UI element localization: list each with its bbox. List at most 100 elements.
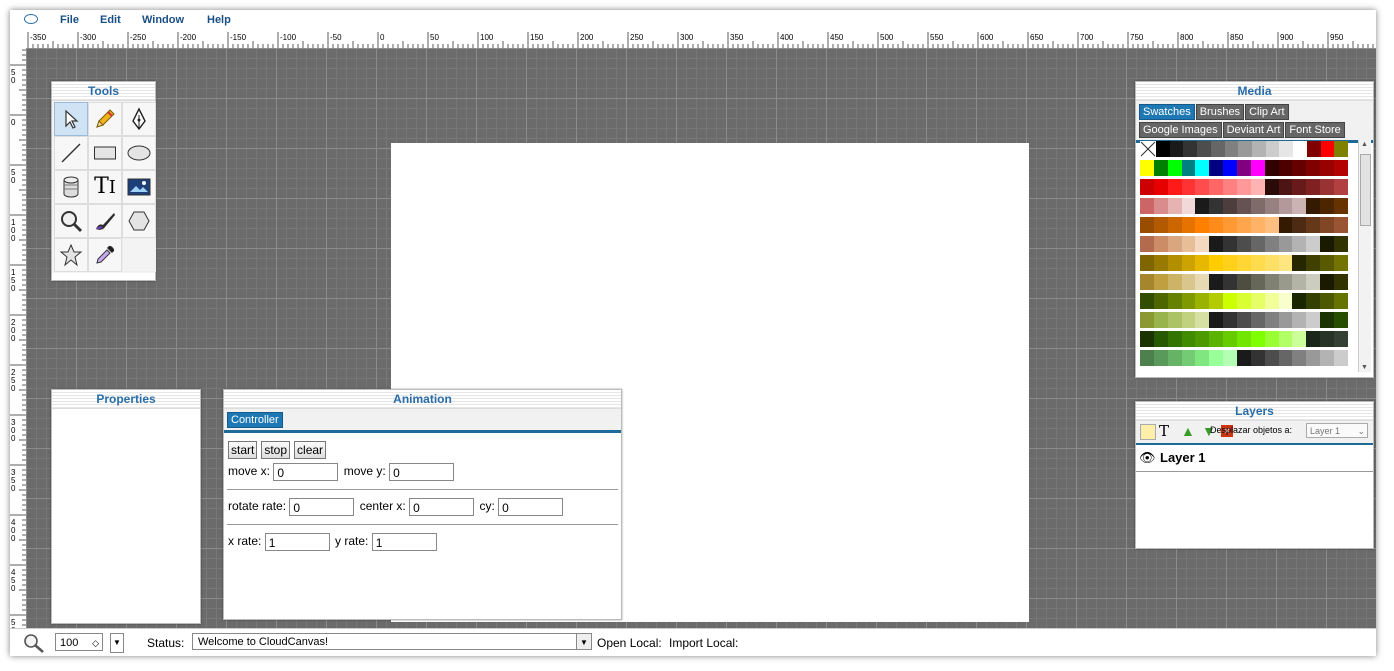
color-swatch[interactable] [1140,312,1154,328]
color-swatch[interactable] [1181,179,1196,195]
color-swatch[interactable] [1167,236,1182,252]
color-swatch[interactable] [1292,255,1307,271]
scrollbar-thumb[interactable] [1360,154,1371,226]
menu-edit[interactable]: Edit [100,14,121,26]
color-swatch[interactable] [1334,179,1348,195]
menu-file[interactable]: File [60,14,79,26]
color-swatch[interactable] [1140,179,1154,195]
color-swatch[interactable] [1167,274,1182,290]
color-swatch[interactable] [1237,198,1251,214]
color-swatch[interactable] [1292,198,1307,214]
color-swatch[interactable] [1181,236,1196,252]
color-swatch[interactable] [1195,236,1210,252]
color-swatch[interactable] [1195,179,1210,195]
color-swatch[interactable] [1223,312,1238,328]
move-x-input[interactable]: 0 [273,463,339,481]
color-swatch[interactable] [1278,350,1293,366]
color-swatch[interactable] [1320,141,1335,157]
color-swatch[interactable] [1153,312,1168,328]
zoom-icon[interactable] [54,204,88,238]
color-swatch[interactable] [1264,255,1279,271]
star-icon[interactable] [54,238,88,272]
color-swatch[interactable] [1320,293,1335,309]
color-swatch[interactable] [1156,141,1170,157]
color-swatch[interactable] [1140,350,1154,366]
color-swatch[interactable] [1195,160,1210,176]
cy-input[interactable]: 0 [498,498,564,516]
color-swatch[interactable] [1278,274,1293,290]
color-swatch[interactable] [1223,293,1238,309]
color-swatch[interactable] [1264,293,1279,309]
color-swatch[interactable] [1181,160,1196,176]
color-swatch[interactable] [1320,350,1335,366]
color-swatch[interactable] [1153,350,1168,366]
color-swatch[interactable] [1334,198,1348,214]
color-swatch[interactable] [1250,293,1265,309]
color-swatch[interactable] [1140,255,1154,271]
color-swatch[interactable] [1250,331,1265,347]
color-swatch[interactable] [1209,350,1224,366]
tab-clip-art[interactable]: Clip Art [1245,104,1289,120]
color-swatch[interactable] [1181,217,1196,233]
color-swatch[interactable] [1320,198,1335,214]
zoom-dropdown-icon[interactable]: ▼ [110,633,124,653]
color-swatch[interactable] [1292,217,1307,233]
color-swatch[interactable] [1153,179,1168,195]
color-swatch[interactable] [1264,198,1279,214]
color-swatch[interactable] [1279,141,1294,157]
color-swatch[interactable] [1209,331,1224,347]
color-swatch[interactable] [1292,293,1307,309]
color-swatch[interactable] [1334,236,1348,252]
color-swatch[interactable] [1306,198,1321,214]
text-icon[interactable]: TI [88,170,122,204]
color-swatch[interactable] [1278,217,1293,233]
color-swatch[interactable] [1140,217,1154,233]
color-swatch[interactable] [1224,141,1239,157]
color-swatch[interactable] [1264,179,1279,195]
color-swatch[interactable] [1153,331,1168,347]
color-swatch[interactable] [1278,160,1293,176]
color-swatch[interactable] [1209,160,1224,176]
color-swatch[interactable] [1167,350,1182,366]
color-swatch[interactable] [1181,312,1196,328]
image-icon[interactable] [122,170,156,204]
color-swatch[interactable] [1320,236,1335,252]
color-swatch[interactable] [1278,198,1293,214]
color-swatch[interactable] [1237,331,1251,347]
tab-google-images[interactable]: Google Images [1139,122,1222,138]
color-swatch[interactable] [1250,350,1265,366]
color-swatch[interactable] [1293,141,1307,157]
color-swatch[interactable] [1195,255,1210,271]
color-swatch[interactable] [1334,293,1348,309]
menu-help[interactable]: Help [207,14,231,26]
color-swatch[interactable] [1292,179,1307,195]
color-swatch[interactable] [1292,236,1307,252]
color-swatch[interactable] [1209,236,1224,252]
y-rate-input[interactable]: 1 [371,533,437,551]
color-swatch[interactable] [1167,160,1182,176]
color-swatch[interactable] [1181,198,1196,214]
color-swatch[interactable] [1140,331,1154,347]
color-swatch[interactable] [1169,141,1184,157]
color-swatch[interactable] [1264,331,1279,347]
color-swatch[interactable] [1195,217,1210,233]
status-dropdown-icon[interactable]: ▼ [576,634,591,649]
color-swatch[interactable] [1197,141,1211,157]
color-swatch[interactable] [1237,312,1251,328]
color-swatch[interactable] [1167,331,1182,347]
color-swatch[interactable] [1334,217,1348,233]
color-swatch[interactable] [1278,255,1293,271]
color-swatch[interactable] [1292,274,1307,290]
color-swatch[interactable] [1250,217,1265,233]
clear-button[interactable]: clear [294,441,327,459]
color-swatch[interactable] [1334,255,1348,271]
rectangle-icon[interactable] [88,136,122,170]
color-swatch[interactable] [1181,293,1196,309]
color-swatch[interactable] [1320,331,1335,347]
color-swatch[interactable] [1223,217,1238,233]
color-swatch[interactable] [1306,255,1321,271]
color-swatch[interactable] [1181,350,1196,366]
color-swatch[interactable] [1153,255,1168,271]
color-swatch[interactable] [1140,236,1154,252]
x-rate-input[interactable]: 1 [264,533,330,551]
